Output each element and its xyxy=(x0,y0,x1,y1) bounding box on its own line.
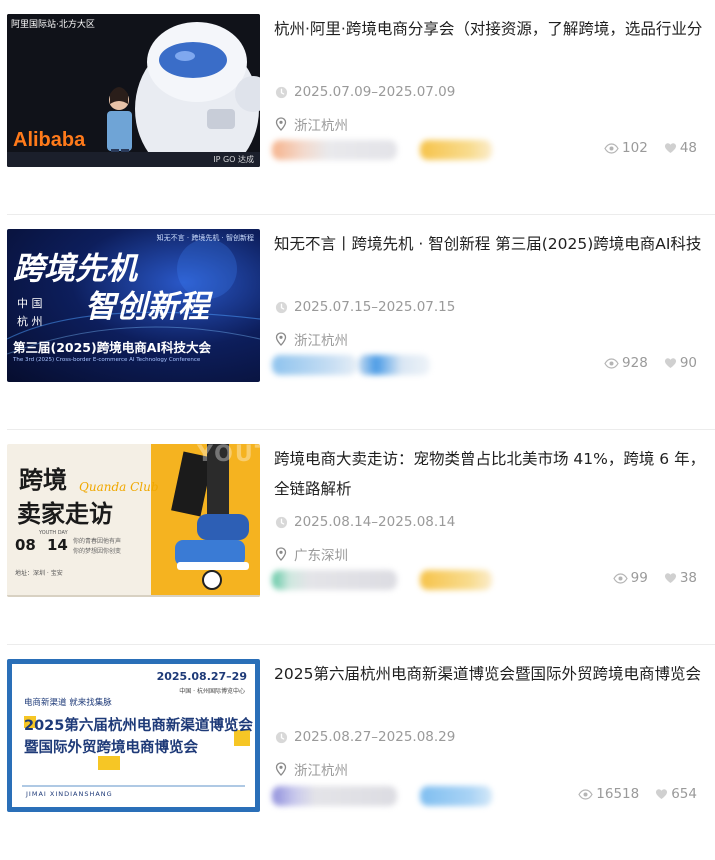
thumbnail-headline-2: 暨国际外贸跨境电商博览会 xyxy=(24,740,198,756)
organizer-avatar-blurred[interactable] xyxy=(272,140,397,160)
clock-icon xyxy=(274,300,288,314)
like-count[interactable]: 90 xyxy=(664,355,697,371)
clock-icon xyxy=(274,730,288,744)
location-pin-icon xyxy=(274,117,288,131)
event-stats: 16518 654 xyxy=(578,786,697,802)
thumbnail-badge: IP GO 达成 xyxy=(213,155,254,164)
event-thumbnail[interactable]: 知无不言 · 跨境先机 · 智创新程 跨境先机 智创新程 中 国 杭 州 第三届… xyxy=(7,229,260,382)
organizer-tag-blurred xyxy=(358,355,430,375)
event-location: 浙江杭州 xyxy=(274,759,348,779)
organizer-avatar-blurred[interactable] xyxy=(272,570,397,590)
event-date: 2025.07.15–2025.07.15 xyxy=(274,299,455,315)
thumbnail-headline-2: 智创新程 xyxy=(85,289,209,325)
eye-icon xyxy=(604,357,619,369)
thumbnail-side-text: YOUTH xyxy=(197,444,260,467)
event-date: 2025.07.09–2025.07.09 xyxy=(274,84,455,100)
event-location-text: 广东深圳 xyxy=(294,548,348,564)
event-date: 2025.08.14–2025.08.14 xyxy=(274,514,455,530)
heart-icon xyxy=(664,573,676,583)
event-location-text: 浙江杭州 xyxy=(294,333,348,349)
organizer-tag-blurred xyxy=(420,570,492,590)
like-count[interactable]: 48 xyxy=(664,140,697,156)
thumbnail-date: 2025.08.27–29 xyxy=(156,670,247,683)
thumbnail-logos: 知无不言 · 跨境先机 · 智创新程 xyxy=(156,234,254,242)
eye-icon xyxy=(604,142,619,154)
event-location: 浙江杭州 xyxy=(274,329,348,349)
event-title[interactable]: 跨境电商大卖走访：宠物类曾占比北美市场 41%，跨境 6 年，全链路解析 xyxy=(274,444,715,504)
event-date: 2025.08.27–2025.08.29 xyxy=(274,729,455,745)
event-title[interactable]: 杭州·阿里·跨境电商分享会（对接资源，了解跨境，选品行业分 xyxy=(274,14,715,44)
event-card[interactable]: YOUTH 跨境 卖家走访 Quanda Club 08 14 YOUTH DA… xyxy=(0,430,715,645)
thumbnail-tagline: 电商新渠道 就来找集脉 xyxy=(24,698,112,708)
thumbnail-footer: JIMAI XINDIANSHANG xyxy=(26,790,113,798)
location-pin-icon xyxy=(274,547,288,561)
thumbnail-address: 地址：深圳 · 宝安 xyxy=(15,570,63,577)
thumbnail-city-1: 中 国 xyxy=(17,297,43,310)
event-feed: 阿里国际站·北方大区 Alibaba IP GO 达成 杭州·阿里·跨境电商分享… xyxy=(0,0,715,839)
eye-icon xyxy=(578,788,593,800)
organizer-avatar-blurred[interactable] xyxy=(272,786,397,806)
event-date-text: 2025.08.27–2025.08.29 xyxy=(294,729,456,745)
event-thumbnail[interactable]: YOUTH 跨境 卖家走访 Quanda Club 08 14 YOUTH DA… xyxy=(7,444,260,597)
location-pin-icon xyxy=(274,762,288,776)
thumbnail-headline-2: 卖家走访 xyxy=(17,500,113,528)
view-count: 928 xyxy=(604,355,648,371)
event-location-text: 浙江杭州 xyxy=(294,118,348,134)
thumbnail-headline-1: 跨境 xyxy=(19,466,67,494)
thumbnail-english: The 3rd (2025) Cross-border E-commerce A… xyxy=(13,357,201,363)
thumbnail-venue: 中国 · 杭州国际博览中心 xyxy=(179,688,245,695)
thumbnail-club: Quanda Club xyxy=(79,480,159,494)
thumbnail-date-day: 14 xyxy=(47,536,68,554)
heart-icon xyxy=(656,789,668,799)
event-card[interactable]: 阿里国际站·北方大区 Alibaba IP GO 达成 杭州·阿里·跨境电商分享… xyxy=(0,0,715,215)
thumbnail-brand: Alibaba xyxy=(13,129,86,151)
thumbnail-note-1: 你的青春因他有声 xyxy=(73,538,122,545)
organizer-avatar-blurred[interactable] xyxy=(272,355,357,375)
thumbnail-headline-1: 2025第六届杭州电商新渠道博览会 xyxy=(24,718,253,734)
location-pin-icon xyxy=(274,332,288,346)
event-location-text: 浙江杭州 xyxy=(294,763,348,779)
view-count: 16518 xyxy=(578,786,639,802)
thumbnail-top-text: 阿里国际站·北方大区 xyxy=(11,20,95,30)
thumbnail-subtitle: 第三届(2025)跨境电商AI科技大会 xyxy=(13,340,212,355)
thumbnail-date-month: 08 xyxy=(15,536,36,554)
event-card[interactable]: 知无不言 · 跨境先机 · 智创新程 跨境先机 智创新程 中 国 杭 州 第三届… xyxy=(0,215,715,430)
heart-icon xyxy=(664,143,676,153)
event-date-text: 2025.08.14–2025.08.14 xyxy=(294,514,456,530)
thumbnail-note-2: 你的梦想因你创变 xyxy=(73,548,122,555)
event-stats: 99 38 xyxy=(612,570,697,586)
event-title[interactable]: 知无不言丨跨境先机 · 智创新程 第三届(2025)跨境电商AI科技 xyxy=(274,229,715,259)
like-count[interactable]: 654 xyxy=(655,786,697,802)
organizer-tag-blurred xyxy=(420,140,492,160)
like-count[interactable]: 38 xyxy=(664,570,697,586)
clock-icon xyxy=(274,515,288,529)
event-date-text: 2025.07.09–2025.07.09 xyxy=(294,84,456,100)
event-thumbnail[interactable]: 阿里国际站·北方大区 Alibaba IP GO 达成 xyxy=(7,14,260,167)
event-location: 广东深圳 xyxy=(274,544,348,564)
view-count: 99 xyxy=(612,570,648,586)
event-stats: 928 90 xyxy=(604,355,697,371)
event-location: 浙江杭州 xyxy=(274,114,348,134)
event-title[interactable]: 2025第六届杭州电商新渠道博览会暨国际外贸跨境电商博览会 xyxy=(274,659,715,689)
event-date-text: 2025.07.15–2025.07.15 xyxy=(294,299,456,315)
thumbnail-youth: YOUTH DAY xyxy=(39,530,68,536)
event-card[interactable]: 2025.08.27–29 中国 · 杭州国际博览中心 电商新渠道 就来找集脉 … xyxy=(0,645,715,860)
event-thumbnail[interactable]: 2025.08.27–29 中国 · 杭州国际博览中心 电商新渠道 就来找集脉 … xyxy=(7,659,260,812)
view-count: 102 xyxy=(604,140,648,156)
heart-icon xyxy=(664,358,676,368)
thumbnail-city-2: 杭 州 xyxy=(17,315,43,328)
clock-icon xyxy=(274,85,288,99)
eye-icon xyxy=(612,572,628,584)
event-stats: 102 48 xyxy=(604,140,697,156)
organizer-tag-blurred xyxy=(420,786,492,806)
